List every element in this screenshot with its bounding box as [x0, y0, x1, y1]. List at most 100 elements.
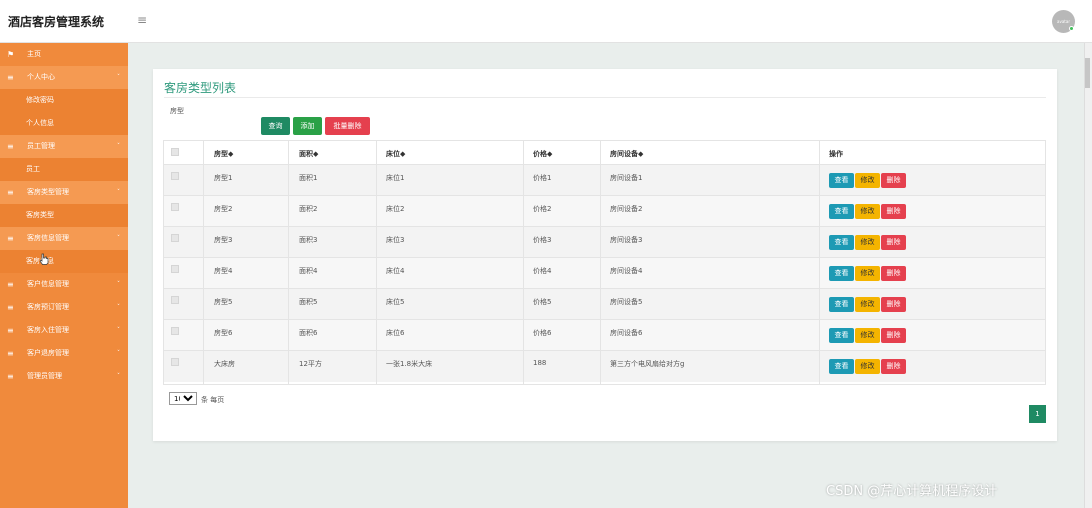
flag-icon: ⚑: [7, 50, 15, 59]
price-cell: 价格5: [533, 298, 552, 306]
scrollbar-track[interactable]: [1084, 43, 1092, 508]
area-cell: 面积2: [299, 205, 318, 213]
scrollbar-thumb[interactable]: [1085, 58, 1090, 88]
table-row: 大床房 12平方 一张1.8米大床 188 第三方个电风扇给对方g 查看 修改 …: [164, 351, 1045, 382]
chevron-down-icon: ˇ: [117, 327, 120, 334]
view-button[interactable]: 查看: [829, 266, 854, 281]
row-checkbox[interactable]: [171, 203, 179, 211]
room-type-cell: 房型2: [214, 205, 233, 213]
view-button[interactable]: 查看: [829, 297, 854, 312]
sidebar-item-change-password[interactable]: 修改密码: [0, 89, 128, 112]
row-checkbox[interactable]: [171, 172, 179, 180]
column-header-price[interactable]: 价格◆: [533, 149, 552, 159]
delete-button[interactable]: 删除: [881, 297, 906, 312]
column-header-equipment[interactable]: 房间设备◆: [610, 149, 643, 159]
row-checkbox[interactable]: [171, 358, 179, 366]
delete-button[interactable]: 删除: [881, 266, 906, 281]
price-cell: 价格1: [533, 174, 552, 182]
bed-cell: 床位4: [386, 267, 405, 275]
room-type-cell: 房型6: [214, 329, 233, 337]
room-type-filter-label: 房型: [170, 107, 184, 115]
sidebar-item-label: 个人中心: [27, 73, 55, 81]
column-divider: [523, 141, 524, 384]
chevron-down-icon: ˇ: [117, 350, 120, 357]
sidebar-item-label: 客房信息管理: [27, 234, 69, 242]
sidebar-item-staff-management[interactable]: ≡ 员工管理 ˇ: [0, 135, 128, 158]
column-divider: [288, 141, 289, 384]
sidebar-item-staff[interactable]: 员工: [0, 158, 128, 181]
view-button[interactable]: 查看: [829, 235, 854, 250]
edit-button[interactable]: 修改: [855, 359, 880, 374]
sidebar-item-label: 员工: [26, 165, 40, 173]
view-button[interactable]: 查看: [829, 204, 854, 219]
area-cell: 12平方: [299, 360, 322, 368]
sidebar-item-label: 员工管理: [27, 142, 55, 150]
search-button[interactable]: 查询: [261, 117, 290, 135]
delete-button[interactable]: 删除: [881, 235, 906, 250]
column-divider: [376, 141, 377, 384]
edit-button[interactable]: 修改: [855, 204, 880, 219]
price-cell: 价格6: [533, 329, 552, 337]
hamburger-menu-icon[interactable]: ≡: [137, 14, 147, 26]
price-cell: 价格3: [533, 236, 552, 244]
menu-icon: ≡: [7, 280, 14, 289]
column-header-bed[interactable]: 床位◆: [386, 149, 405, 159]
sidebar-item-booking-management[interactable]: ≡ 客房预订管理 ˇ: [0, 296, 128, 319]
sidebar-item-room-info[interactable]: 客房信息: [0, 250, 128, 273]
sidebar-item-room-type[interactable]: 客房类型: [0, 204, 128, 227]
sidebar: ⚑ 主页 ≡ 个人中心 ˇ 修改密码 个人信息 ≡ 员工管理 ˇ 员工 ≡ 客房…: [0, 43, 128, 508]
row-checkbox[interactable]: [171, 265, 179, 273]
column-header-area[interactable]: 面积◆: [299, 149, 318, 159]
delete-button[interactable]: 删除: [881, 173, 906, 188]
sidebar-item-admin-management[interactable]: ≡ 管理员管理 ˇ: [0, 365, 128, 388]
delete-button[interactable]: 删除: [881, 204, 906, 219]
online-status-dot: [1069, 26, 1074, 31]
delete-button[interactable]: 删除: [881, 359, 906, 374]
chevron-down-icon: ˇ: [117, 373, 120, 380]
pagination-page-1[interactable]: 1: [1029, 405, 1046, 423]
sidebar-item-home[interactable]: ⚑ 主页: [0, 43, 128, 66]
room-type-cell: 大床房: [214, 360, 235, 368]
sidebar-item-customer-info-management[interactable]: ≡ 客户信息管理 ˇ: [0, 273, 128, 296]
title-divider: [164, 97, 1046, 98]
table-row: 房型3 面积3 床位3 价格3 房间设备3 查看 修改 删除: [164, 227, 1045, 258]
sidebar-item-checkout-management[interactable]: ≡ 客户退房管理 ˇ: [0, 342, 128, 365]
edit-button[interactable]: 修改: [855, 235, 880, 250]
sidebar-item-label: 个人信息: [26, 119, 54, 127]
bed-cell: 床位1: [386, 174, 405, 182]
sidebar-item-personal-center[interactable]: ≡ 个人中心 ˇ: [0, 66, 128, 89]
page-size-select[interactable]: 10: [169, 392, 197, 405]
row-checkbox[interactable]: [171, 234, 179, 242]
row-checkbox[interactable]: [171, 296, 179, 304]
menu-icon: ≡: [7, 303, 14, 312]
page-size-label: 条 每页: [201, 396, 225, 404]
add-button[interactable]: 添加: [293, 117, 322, 135]
select-all-checkbox[interactable]: [171, 148, 179, 156]
sidebar-item-label: 客房类型: [26, 211, 54, 219]
edit-button[interactable]: 修改: [855, 328, 880, 343]
sidebar-item-profile[interactable]: 个人信息: [0, 112, 128, 135]
edit-button[interactable]: 修改: [855, 173, 880, 188]
sidebar-item-label: 管理员管理: [27, 372, 62, 380]
room-type-cell: 房型1: [214, 174, 233, 182]
table-row: 房型6 面积6 床位6 价格6 房间设备6 查看 修改 删除: [164, 320, 1045, 351]
view-button[interactable]: 查看: [829, 328, 854, 343]
row-checkbox[interactable]: [171, 327, 179, 335]
delete-button[interactable]: 删除: [881, 328, 906, 343]
sidebar-item-room-type-management[interactable]: ≡ 客房类型管理 ˇ: [0, 181, 128, 204]
top-bar: 酒店客房管理系统 ≡ avatar: [0, 0, 1092, 43]
view-button[interactable]: 查看: [829, 359, 854, 374]
menu-icon: ≡: [7, 188, 14, 197]
edit-button[interactable]: 修改: [855, 266, 880, 281]
page-title: 客房类型列表: [164, 81, 237, 95]
menu-icon: ≡: [7, 326, 14, 335]
column-header-room-type[interactable]: 房型◆: [214, 149, 233, 159]
sidebar-item-room-info-management[interactable]: ≡ 客房信息管理 ˇ: [0, 227, 128, 250]
room-type-search-input[interactable]: [170, 117, 258, 135]
batch-delete-button[interactable]: 批量删除: [325, 117, 370, 135]
sidebar-item-checkin-management[interactable]: ≡ 客房入住管理 ˇ: [0, 319, 128, 342]
view-button[interactable]: 查看: [829, 173, 854, 188]
equipment-cell: 房间设备6: [610, 329, 643, 337]
equipment-cell: 房间设备2: [610, 205, 643, 213]
edit-button[interactable]: 修改: [855, 297, 880, 312]
